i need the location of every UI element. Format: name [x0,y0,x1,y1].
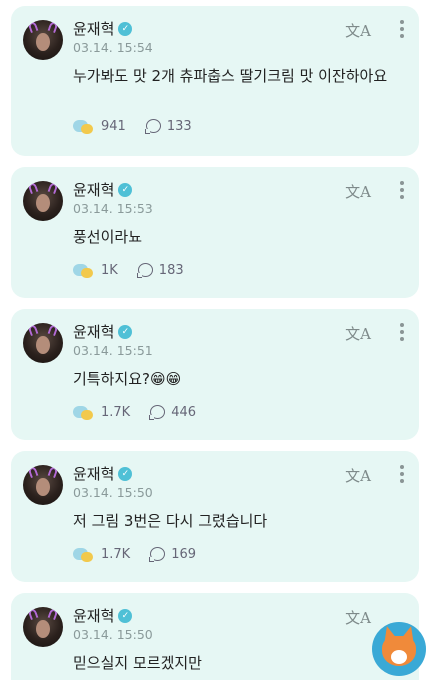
bubble-reaction-icon[interactable] [73,118,95,134]
verified-badge-icon: ✓ [118,466,133,481]
reaction-count: 1.7K [101,546,131,562]
comment-count: 169 [171,546,197,562]
post-card[interactable]: 윤재혁 ✓ 03.14. 15:50 文A 저 그림 3번은 다시 그렸습니다 … [11,451,419,582]
comment-count: 183 [158,262,184,278]
translate-icon[interactable]: 文A [345,20,371,41]
more-vertical-icon[interactable] [399,463,405,485]
author-name[interactable]: 윤재혁 [73,179,114,200]
author-name[interactable]: 윤재혁 [73,321,114,342]
translate-icon[interactable]: 文A [345,181,371,202]
post-card[interactable]: 윤재혁 ✓ 03.14. 15:50 文A 믿으실지 모르겠지만 [11,593,419,680]
verified-badge-icon: ✓ [118,182,133,197]
verified-badge-icon: ✓ [118,324,133,339]
post-time: 03.14. 15:50 [73,627,153,642]
more-vertical-icon[interactable] [399,321,405,343]
bubble-reaction-icon[interactable] [73,404,95,420]
post-text: 기특하지요?😁😁 [73,370,182,388]
post-stats: 1.7K 169 [73,546,196,562]
post-card[interactable]: 윤재혁 ✓ 03.14. 15:53 文A 풍선이라뇨 1K 183 [11,167,419,298]
more-vertical-icon[interactable] [399,179,405,201]
post-time: 03.14. 15:53 [73,201,153,216]
comment-icon[interactable] [136,263,153,278]
comment-count: 446 [171,404,197,420]
post-stats: 941 133 [73,118,192,134]
post-stats: 1K 183 [73,262,184,278]
avatar[interactable] [23,20,63,60]
post-time: 03.14. 15:50 [73,485,153,500]
fox-watermark-logo [372,622,426,676]
bubble-reaction-icon[interactable] [73,262,95,278]
post-time: 03.14. 15:51 [73,343,153,358]
more-vertical-icon[interactable] [399,18,405,40]
post-card[interactable]: 윤재혁 ✓ 03.14. 15:51 文A 기특하지요?😁😁 1.7K 446 [11,309,419,440]
post-text: 풍선이라뇨 [73,228,143,246]
avatar[interactable] [23,465,63,505]
post-text: 믿으실지 모르겠지만 [73,654,202,672]
comment-icon[interactable] [149,405,166,420]
post-text: 저 그림 3번은 다시 그렸습니다 [73,512,268,530]
bubble-reaction-icon[interactable] [73,546,95,562]
avatar[interactable] [23,607,63,647]
avatar[interactable] [23,323,63,363]
comment-icon[interactable] [149,547,166,562]
comment-icon[interactable] [144,119,161,134]
comment-count: 133 [166,118,192,134]
verified-badge-icon: ✓ [118,21,133,36]
avatar[interactable] [23,181,63,221]
author-name[interactable]: 윤재혁 [73,605,114,626]
reaction-count: 1K [101,262,118,278]
translate-icon[interactable]: 文A [345,607,371,628]
author-name[interactable]: 윤재혁 [73,463,114,484]
reaction-count: 1.7K [101,404,131,420]
reaction-count: 941 [101,118,126,134]
verified-badge-icon: ✓ [118,608,133,623]
author-name[interactable]: 윤재혁 [73,18,114,39]
post-text: 누가봐도 맛 2개 츄파춥스 딸기크림 맛 이잔하아요 [73,67,388,85]
post-stats: 1.7K 446 [73,404,196,420]
post-card[interactable]: 윤재혁 ✓ 03.14. 15:54 文A 누가봐도 맛 2개 츄파춥스 딸기크… [11,6,419,156]
translate-icon[interactable]: 文A [345,323,371,344]
post-time: 03.14. 15:54 [73,40,153,55]
translate-icon[interactable]: 文A [345,465,371,486]
